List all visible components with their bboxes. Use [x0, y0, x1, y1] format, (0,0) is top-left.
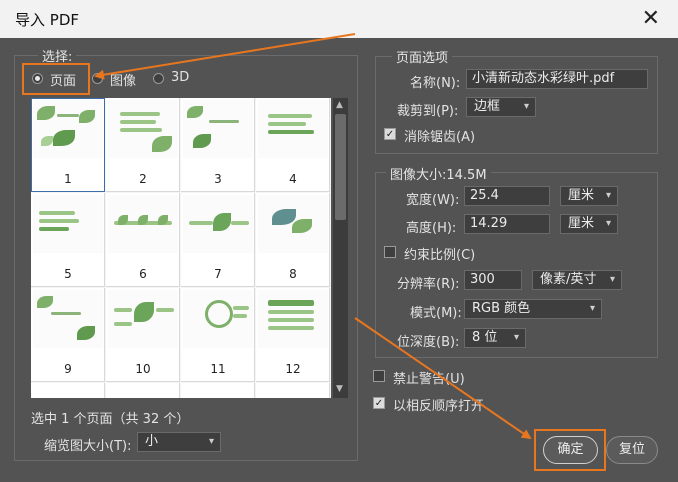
annotation-arrow-to-ok-button [354, 317, 532, 440]
annotation-arrow-to-page-option [94, 33, 356, 80]
annotation-arrows [94, 33, 532, 440]
